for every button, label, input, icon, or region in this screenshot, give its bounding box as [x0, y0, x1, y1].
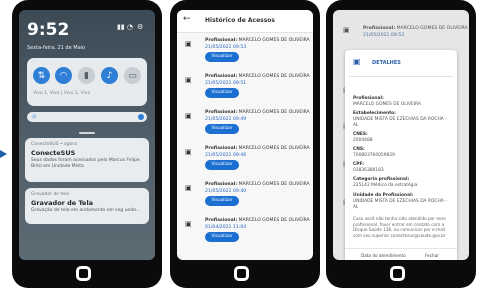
drag-handle[interactable] [79, 132, 95, 134]
record-date: 21/05/2021 09:46 [205, 153, 247, 158]
contact-note: Caso você não tenha sido atendido por es… [353, 216, 446, 238]
view-button[interactable]: Visualizar [205, 124, 239, 134]
notification-app-name: ConecteSUS • agora [31, 142, 78, 147]
clock-time: 9:52 [27, 20, 70, 40]
detail-cns: CNS: 700803760059829 [353, 147, 395, 158]
list-item: ▣ Profissional: MARCELO GOMES DE OLIVEIR… [181, 144, 311, 178]
home-button[interactable] [390, 266, 405, 281]
brightness-slider[interactable]: ☼ [27, 112, 147, 122]
record-date: 21/05/2021 09:49 [205, 117, 247, 122]
quick-settings-network: Vivo 1, Vivo | Vivo 1, Vivo [33, 91, 91, 96]
notification-title: Gravador de Tela [31, 199, 94, 207]
notification-screen-recorder[interactable]: Gravador de tela Gravador de Tela Gravaç… [25, 188, 149, 224]
detail-cnes: CNES: 2004488 [353, 132, 373, 143]
close-button[interactable]: Fechar [425, 253, 439, 258]
home-button[interactable] [234, 266, 249, 281]
access-details-screen: ▣ Profissional: MARCELO GOMES DE OLIVEIR… [333, 10, 469, 260]
list-item: ▣ Profissional: MARCELO GOMES DE OLIVEIR… [337, 24, 468, 42]
notification-body: Gravação de tela em andamento em seg und… [31, 208, 141, 213]
record-professional: Profissional: MARCELO GOMES DE OLIVEIRA [205, 110, 310, 115]
clipboard-icon: ▣ [353, 57, 361, 66]
record-professional: Profissional: MARCELO GOMES DE OLIVEIRA [205, 182, 310, 187]
notification-conectesus[interactable]: ConecteSUS • agora ConecteSUS Seus dados… [25, 138, 149, 182]
page-title: Histórico de Acessos [205, 17, 275, 24]
record-date: 21/05/2021 09:40 [205, 189, 247, 194]
clipboard-icon: ▣ [185, 112, 192, 120]
list-item: ▣ Profissional: MARCELO GOMES DE OLIVEIR… [181, 36, 311, 70]
view-button[interactable]: Visualizar [205, 196, 239, 206]
quick-tile-sound-icon[interactable]: ♪ [101, 67, 118, 84]
arrow-right-icon [0, 150, 7, 158]
clipboard-icon: ▣ [185, 184, 192, 192]
status-icons: ▮▮ ◔ [117, 23, 134, 31]
record-professional: Profissional: MARCELO GOMES DE OLIVEIRA [205, 218, 310, 223]
detail-cpf: CPF: 03836388183 [353, 162, 384, 173]
app-bar: ← Histórico de Acessos [177, 10, 313, 33]
detail-establishment: Estabelecimento: UNIDADE MISTA DE EZECHIA… [353, 111, 447, 128]
service-date-label: Data do atendimento [361, 253, 406, 258]
list-item: ▣ Profissional: MARCELO GOMES DE OLIVEIR… [181, 180, 311, 214]
quick-tile-data-icon[interactable]: ⇅ [33, 67, 50, 84]
quick-tile-screenshot-icon[interactable]: ▭ [124, 67, 141, 84]
clipboard-icon: ▣ [185, 40, 192, 48]
settings-gear-icon[interactable]: ⚙ [137, 23, 143, 31]
quick-tile-wifi-icon[interactable]: ◠ [55, 67, 72, 84]
notification-body: Seus dados foram acessados pelo Marcus F… [31, 158, 140, 169]
clipboard-icon: ▣ [185, 148, 192, 156]
back-arrow-icon[interactable]: ← [183, 14, 191, 24]
list-item: ▣ Profissional: MARCELO GOMES DE OLIVEIR… [181, 72, 311, 106]
quick-tile-flashlight-icon[interactable]: ▮ [78, 67, 95, 84]
dialog-title: DETALHES [372, 60, 401, 66]
record-date: 21/05/2021 09:51 [205, 81, 247, 86]
notification-title: ConecteSUS [31, 149, 76, 157]
record-professional: Profissional: MARCELO GOMES DE OLIVEIRA [205, 146, 310, 151]
clipboard-icon: ▣ [343, 26, 350, 34]
list-item: ▣ Profissional: MARCELO GOMES DE OLIVEIR… [181, 216, 311, 250]
view-button[interactable]: Visualizar [205, 160, 239, 170]
dialog-footer: Data do atendimento Fechar [345, 248, 457, 258]
phone-access-history: ← Histórico de Acessos ▣ Profissional: M… [170, 0, 320, 288]
detail-category: Categoria profissional: 225142 Médico da … [353, 177, 418, 188]
clipboard-icon: ▣ [185, 220, 192, 228]
list-item: ▣ Profissional: MARCELO GOMES DE OLIVEIR… [181, 108, 311, 142]
record-date: 21/05/2021 09:53 [205, 45, 247, 50]
phone-access-details: ▣ Profissional: MARCELO GOMES DE OLIVEIR… [326, 0, 476, 288]
divider [349, 76, 453, 77]
notification-shade-screen: 9:52 Sexta-feira, 21 de Maio ▮▮ ◔ ⚙ ⇅ ◠ … [19, 10, 155, 260]
record-professional: Profissional: MARCELO GOMES DE OLIVEIRA [363, 26, 468, 31]
detail-professional-unit: Unidade do Profissional: UNIDADE MISTA DE… [353, 193, 447, 210]
notification-app-name: Gravador de tela [31, 192, 70, 197]
phone-notification-shade: 9:52 Sexta-feira, 21 de Maio ▮▮ ◔ ⚙ ⇅ ◠ … [12, 0, 162, 288]
access-history-screen: ← Histórico de Acessos ▣ Profissional: M… [177, 10, 313, 260]
clock-date: Sexta-feira, 21 de Maio [27, 45, 86, 51]
detail-professional: Profissional: MARCELO GOMES DE OLIVEIRA [353, 96, 421, 107]
view-button[interactable]: Visualizar [205, 232, 239, 242]
quick-settings-panel: ⇅ ◠ ▮ ♪ ▭ Vivo 1, Vivo | Vivo 1, Vivo [27, 58, 147, 106]
record-date: 01/04/2021 11:04 [205, 225, 247, 230]
brightness-slider-handle[interactable] [138, 114, 144, 120]
details-dialog: ▣ DETALHES Profissional: MARCELO GOMES DE… [345, 50, 457, 260]
home-button[interactable] [76, 266, 91, 281]
view-button[interactable]: Visualizar [205, 88, 239, 98]
record-professional: Profissional: MARCELO GOMES DE OLIVEIRA [205, 74, 310, 79]
brightness-icon: ☼ [31, 113, 38, 121]
record-professional: Profissional: MARCELO GOMES DE OLIVEIRA [205, 38, 310, 43]
clipboard-icon: ▣ [185, 76, 192, 84]
view-button[interactable]: Visualizar [205, 52, 239, 62]
record-date: 21/05/2021 09:53 [363, 33, 405, 38]
